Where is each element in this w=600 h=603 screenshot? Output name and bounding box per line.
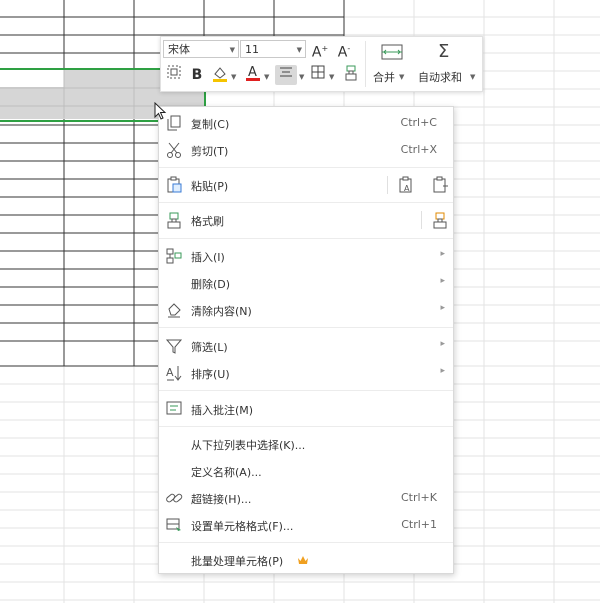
menu-item-label: 超链接(H)... xyxy=(191,493,252,506)
menu-item-delete[interactable]: 删除(D) ▸ xyxy=(159,270,453,296)
bold-icon[interactable]: B xyxy=(189,65,205,85)
menu-item-label: 定义名称(A)... xyxy=(191,466,262,479)
toolbar-separator xyxy=(365,41,366,87)
mini-toolbar: 宋体 ▼ 11 ▼ A+ A- B ▼ A ▼ ▼ ▼ 合并 ▼ Σ 自动求和 … xyxy=(160,36,483,92)
increase-font-icon[interactable]: A+ xyxy=(311,39,329,61)
menu-item-label: 粘贴(P) xyxy=(191,180,229,193)
merge-label: 合并 xyxy=(373,71,395,84)
context-menu: 复制(C) Ctrl+C 剪切(T) Ctrl+X 粘贴(P) A 格式刷 插入… xyxy=(158,106,454,574)
insert-icon xyxy=(166,248,182,264)
menu-item-label: 复制(C) xyxy=(191,118,230,131)
paste-icon xyxy=(167,176,182,193)
filter-icon xyxy=(165,339,183,354)
menu-item-insert[interactable]: 插入(I) ▸ xyxy=(159,243,453,269)
menu-item-label: 插入(I) xyxy=(191,251,225,264)
paste-format-icon[interactable] xyxy=(431,176,449,194)
menu-item-sort[interactable]: A 排序(U) ▸ xyxy=(159,360,453,386)
menu-item-shortcut: Ctrl+C xyxy=(400,116,437,129)
chevron-down-icon: ▼ xyxy=(229,46,235,54)
menu-item-format-painter[interactable]: 格式刷 xyxy=(159,207,453,233)
menu-item-shortcut: Ctrl+1 xyxy=(401,518,437,531)
font-size-select[interactable]: 11 ▼ xyxy=(240,40,306,58)
menu-item-pick-from-list[interactable]: 从下拉列表中选择(K)... xyxy=(159,431,453,457)
menu-item-batch-cells[interactable]: 批量处理单元格(P) xyxy=(159,547,453,573)
format-painter-multi-icon[interactable] xyxy=(431,211,449,229)
autosum-button[interactable]: Σ 自动求和 ▼ xyxy=(417,41,479,87)
menu-separator xyxy=(159,327,453,328)
chevron-down-icon[interactable]: ▼ xyxy=(231,73,236,81)
menu-separator xyxy=(159,238,453,239)
chevron-down-icon[interactable]: ▼ xyxy=(264,73,269,81)
comment-icon xyxy=(166,401,182,415)
menu-item-paste[interactable]: 粘贴(P) A xyxy=(159,172,453,198)
menu-item-hyperlink[interactable]: 超链接(H)... Ctrl+K xyxy=(159,485,453,511)
menu-item-insert-comment[interactable]: 插入批注(M) xyxy=(159,396,453,422)
menu-item-clear[interactable]: 清除内容(N) ▸ xyxy=(159,297,453,323)
chevron-down-icon: ▼ xyxy=(296,46,302,54)
menu-item-label: 剪切(T) xyxy=(191,145,229,158)
menu-separator xyxy=(159,167,453,168)
submenu-arrow-icon: ▸ xyxy=(440,366,445,376)
merge-icon xyxy=(381,44,403,60)
submenu-arrow-icon: ▸ xyxy=(440,276,445,286)
svg-text:A: A xyxy=(404,184,410,193)
menu-item-label: 格式刷 xyxy=(191,215,224,228)
mouse-cursor-icon xyxy=(154,102,167,120)
menu-item-filter[interactable]: 筛选(L) ▸ xyxy=(159,333,453,359)
menu-item-format-cells[interactable]: 设置单元格格式(F)... Ctrl+1 xyxy=(159,512,453,538)
menu-separator xyxy=(159,390,453,391)
borders-icon[interactable] xyxy=(309,65,327,85)
menu-separator xyxy=(159,202,453,203)
chevron-down-icon: ▼ xyxy=(399,73,405,81)
format-cells-icon xyxy=(166,518,181,531)
menu-item-label: 批量处理单元格(P) xyxy=(191,555,284,568)
align-center-icon[interactable] xyxy=(275,65,297,85)
paste-values-icon[interactable]: A xyxy=(397,176,415,194)
menu-item-shortcut: Ctrl+K xyxy=(400,491,437,504)
svg-text:A: A xyxy=(166,366,174,379)
menu-item-label: 筛选(L) xyxy=(191,341,228,354)
font-name-select[interactable]: 宋体 ▼ xyxy=(163,40,239,58)
cut-icon xyxy=(167,142,181,158)
menu-item-copy[interactable]: 复制(C) Ctrl+C xyxy=(159,110,453,136)
sigma-icon: Σ xyxy=(438,41,450,62)
svg-text:A: A xyxy=(248,65,257,80)
menu-item-cut[interactable]: 剪切(T) Ctrl+X xyxy=(159,137,453,163)
crown-icon xyxy=(298,556,308,564)
link-icon xyxy=(166,493,183,503)
menu-item-label: 设置单元格格式(F)... xyxy=(191,520,294,533)
clear-icon xyxy=(168,303,181,318)
menu-separator xyxy=(159,542,453,543)
font-size-value: 11 xyxy=(245,43,259,56)
decrease-font-icon[interactable]: A- xyxy=(335,39,353,61)
menu-separator xyxy=(421,211,422,229)
menu-item-define-name[interactable]: 定义名称(A)... xyxy=(159,458,453,484)
menu-item-shortcut: Ctrl+X xyxy=(400,143,437,156)
menu-item-label: 从下拉列表中选择(K)... xyxy=(191,439,306,452)
menu-item-label: 插入批注(M) xyxy=(191,404,254,417)
merge-button[interactable]: 合并 ▼ xyxy=(371,41,411,87)
autosum-label: 自动求和 xyxy=(418,71,462,84)
submenu-arrow-icon: ▸ xyxy=(440,249,445,259)
menu-item-label: 删除(D) xyxy=(191,278,231,291)
format-painter-icon xyxy=(167,212,181,229)
menu-separator xyxy=(159,426,453,427)
wrap-format-icon[interactable] xyxy=(165,65,183,85)
chevron-down-icon: ▼ xyxy=(470,73,476,81)
menu-item-label: 排序(U) xyxy=(191,368,230,381)
sort-icon: A xyxy=(166,366,182,381)
chevron-down-icon[interactable]: ▼ xyxy=(329,73,334,81)
format-painter-icon[interactable] xyxy=(342,65,360,85)
menu-separator xyxy=(387,176,388,194)
submenu-arrow-icon: ▸ xyxy=(440,303,445,313)
font-name-value: 宋体 xyxy=(168,43,190,56)
fill-color-icon[interactable] xyxy=(211,65,229,85)
menu-item-label: 清除内容(N) xyxy=(191,305,252,318)
font-color-icon[interactable]: A xyxy=(245,63,261,83)
chevron-down-icon[interactable]: ▼ xyxy=(299,73,304,81)
submenu-arrow-icon: ▸ xyxy=(440,339,445,349)
